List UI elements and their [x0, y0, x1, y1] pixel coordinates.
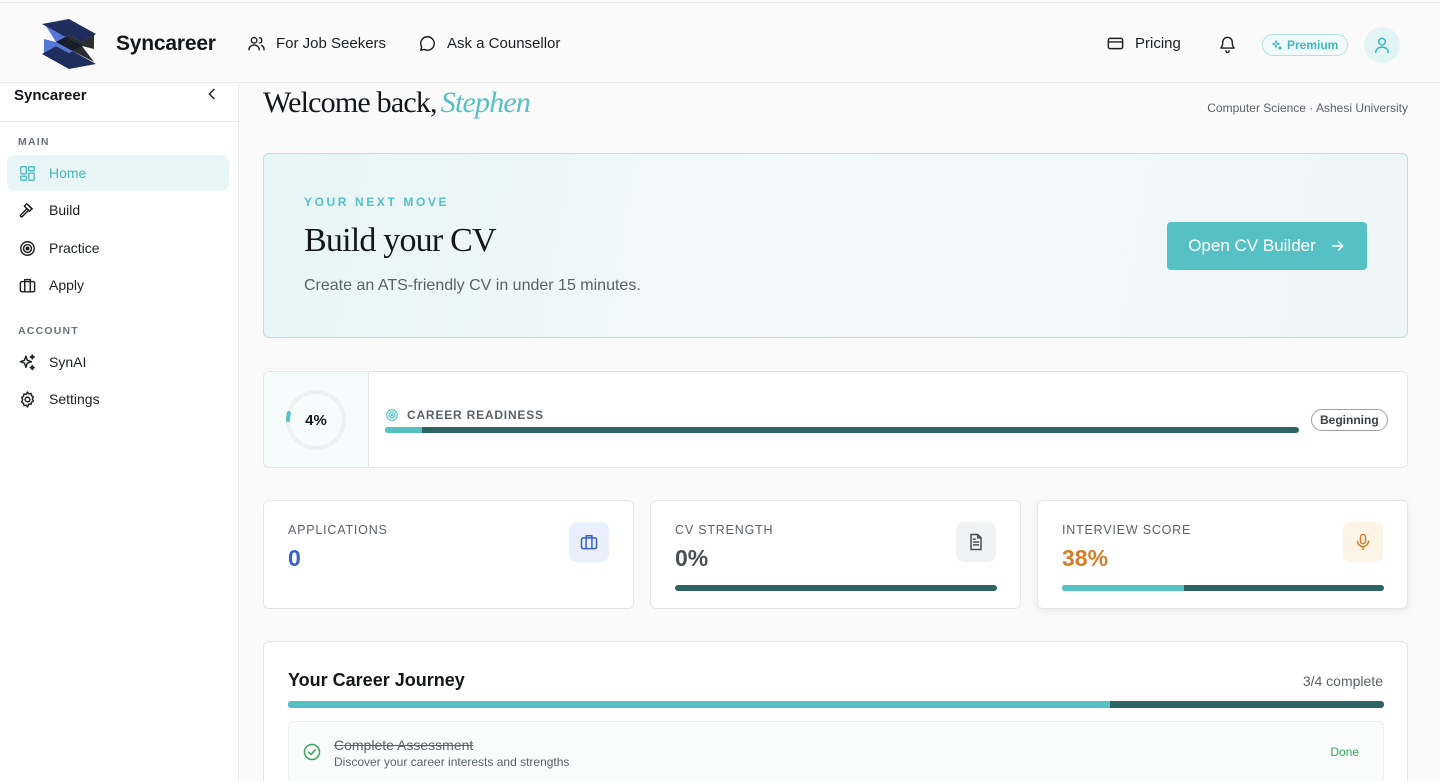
layout-grid-icon: [20, 165, 35, 181]
program-info: Computer Science · Ashesi University: [1207, 101, 1408, 115]
interview-score-progress-bar: [1062, 585, 1384, 591]
stat-label: CV STRENGTH: [675, 523, 774, 537]
top-navbar: Syncareer For Job Seekers Ask a Counsell…: [0, 2, 1440, 83]
sidebar-item-home[interactable]: Home: [7, 155, 229, 191]
readiness-ring-panel: 4%: [264, 372, 369, 467]
sidebar-title: Syncareer: [14, 87, 87, 104]
users-icon: [248, 36, 265, 51]
sidebar-item-apply[interactable]: Apply: [7, 267, 229, 303]
readiness-progress-fill: [385, 427, 422, 433]
check-circle-icon: [303, 743, 321, 761]
readiness-label: CAREER READINESS: [385, 408, 544, 422]
hero-subtitle: Create an ATS-friendly CV in under 15 mi…: [304, 277, 641, 294]
interview-score-progress-fill: [1062, 585, 1185, 591]
journey-step-title: Complete Assessment: [334, 737, 474, 753]
journey-progress-bar: [288, 701, 1384, 708]
nav-label: Pricing: [1135, 35, 1181, 52]
stat-label: INTERVIEW SCORE: [1062, 523, 1192, 537]
nav-for-job-seekers[interactable]: For Job Seekers: [247, 34, 386, 53]
stat-value: 38%: [1062, 545, 1109, 571]
career-readiness-card: 4% CAREER READINESS Beginning: [263, 371, 1408, 468]
briefcase-icon: [19, 278, 36, 293]
gear-icon: [20, 390, 35, 408]
welcome-prefix: Welcome back,: [263, 86, 438, 119]
hammer-icon: [19, 202, 33, 217]
credit-card-icon: [1107, 37, 1124, 50]
journey-title: Your Career Journey: [288, 670, 465, 690]
readiness-level-badge: Beginning: [1311, 409, 1388, 431]
cv-strength-progress-bar: [675, 585, 997, 591]
sidebar: Syncareer MAIN Home Build Practice Apply…: [0, 84, 239, 781]
sidebar-item-label: SynAI: [49, 354, 87, 370]
nav-ask-a-counsellor[interactable]: Ask a Counsellor: [418, 34, 560, 53]
document-icon: [970, 533, 982, 551]
sidebar-header: Syncareer: [0, 84, 238, 122]
sparkles-icon: [19, 353, 35, 370]
journey-step-description: Discover your career interests and stren…: [334, 755, 570, 769]
sidebar-section-main: MAIN: [18, 136, 50, 148]
stat-icon-badge: [1343, 522, 1383, 562]
readiness-progress-bar: [385, 427, 1299, 433]
chevron-left-icon[interactable]: [204, 86, 220, 102]
sidebar-item-settings[interactable]: Settings: [7, 381, 229, 417]
journey-step-status: Done: [1330, 745, 1359, 759]
user-name: Stephen: [440, 86, 531, 119]
journey-step[interactable]: Complete Assessment Discover your career…: [288, 721, 1384, 781]
nav-label: Ask a Counsellor: [447, 35, 561, 52]
bell-icon[interactable]: [1218, 35, 1237, 54]
sparkles-icon: [1272, 40, 1282, 50]
readiness-label-text: CAREER READINESS: [407, 408, 544, 422]
hero-title: Build your CV: [304, 222, 497, 259]
journey-progress-count: 3/4 complete: [1302, 673, 1383, 689]
next-move-card: YOUR NEXT MOVE Build your CV Create an A…: [263, 153, 1408, 338]
stat-icon-badge: [569, 522, 609, 562]
career-journey-card: Your Career Journey 3/4 complete Complet…: [263, 641, 1408, 781]
nav-label: For Job Seekers: [276, 35, 387, 52]
arrow-right-icon: [1331, 241, 1344, 251]
open-cv-builder-button[interactable]: Open CV Builder: [1167, 222, 1367, 270]
hero-eyebrow: YOUR NEXT MOVE: [304, 195, 450, 209]
stat-value: 0%: [675, 545, 709, 571]
stat-label: APPLICATIONS: [288, 523, 388, 537]
sidebar-item-synai[interactable]: SynAI: [7, 344, 229, 380]
target-icon: [386, 409, 398, 421]
sidebar-item-label: Apply: [49, 277, 85, 293]
syncareer-logo-icon[interactable]: [38, 17, 100, 71]
target-icon: [20, 240, 35, 256]
premium-badge[interactable]: Premium: [1262, 34, 1349, 56]
sidebar-section-account: ACCOUNT: [18, 325, 79, 337]
readiness-percent: 4%: [305, 411, 327, 429]
sidebar-item-build[interactable]: Build: [7, 192, 229, 228]
nav-pricing[interactable]: Pricing: [1106, 34, 1181, 53]
briefcase-icon: [580, 535, 598, 550]
user-icon: [1375, 37, 1389, 54]
sidebar-item-practice[interactable]: Practice: [7, 230, 229, 266]
stat-card-applications[interactable]: APPLICATIONS 0: [263, 500, 634, 609]
brand-name[interactable]: Syncareer: [116, 32, 216, 56]
sidebar-item-label: Practice: [49, 240, 100, 256]
stat-icon-badge: [956, 522, 996, 562]
sidebar-item-label: Home: [49, 165, 87, 181]
chat-bubble-icon: [420, 36, 435, 51]
microphone-icon: [1356, 533, 1370, 551]
sidebar-item-label: Build: [49, 202, 81, 218]
journey-progress-fill: [288, 701, 1110, 708]
premium-label: Premium: [1287, 38, 1339, 52]
stat-card-cv-strength[interactable]: CV STRENGTH 0%: [650, 500, 1021, 609]
button-label: Open CV Builder: [1188, 236, 1316, 255]
stat-card-interview-score[interactable]: INTERVIEW SCORE 38%: [1037, 500, 1408, 609]
stat-value: 0: [288, 545, 301, 571]
sidebar-item-label: Settings: [49, 391, 100, 407]
page-title: Welcome back, Stephen: [263, 86, 531, 120]
avatar[interactable]: [1364, 27, 1400, 63]
